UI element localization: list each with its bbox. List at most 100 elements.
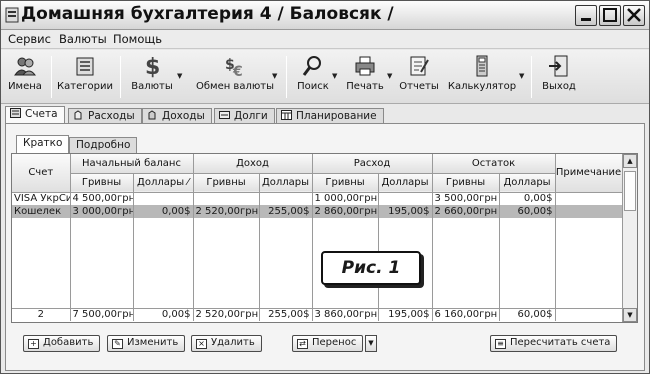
planning-icon	[281, 110, 292, 120]
cell: 255,00$	[259, 205, 313, 218]
tab-detailed[interactable]: Подробно	[69, 137, 138, 153]
print-button[interactable]: Печать	[345, 54, 385, 100]
cell: 0,00$	[133, 205, 194, 218]
cell-account: Кошелек	[12, 205, 71, 218]
maximize-icon	[603, 8, 617, 22]
header-balance-uah[interactable]: Гривны	[432, 173, 500, 193]
toolbar-separator	[286, 56, 287, 98]
cell: 255,00$	[259, 307, 313, 321]
minimize-icon	[581, 18, 591, 21]
tab-income-label: Доходы	[162, 110, 205, 122]
cell: 2 520,00грн	[193, 205, 260, 218]
edit-button[interactable]: ✎ Изменить	[107, 335, 186, 352]
exit-door-icon	[549, 55, 568, 77]
cell	[259, 192, 313, 205]
tab-debts[interactable]: Долги	[214, 108, 275, 124]
cell: 3 500,00грн	[432, 192, 500, 205]
menu-help[interactable]: Помощь	[113, 32, 162, 46]
cell: 60,00$	[499, 205, 556, 218]
title-bar: Домашняя бухгалтерия 4 / Баловсяк /	[1, 1, 649, 30]
tab-planning[interactable]: Планирование	[276, 108, 384, 124]
close-icon	[627, 8, 641, 22]
exit-button[interactable]: Выход	[541, 54, 577, 100]
header-expense-uah[interactable]: Гривны	[312, 173, 379, 193]
toolbar-separator	[51, 56, 52, 98]
transfer-icon: ⇄	[297, 339, 308, 349]
accounts-panel: Кратко Подробно Счет Начальный баланс До…	[5, 123, 645, 371]
header-balance-usd[interactable]: Доллары	[499, 173, 556, 193]
tab-income[interactable]: Доходы	[142, 108, 212, 124]
cell	[378, 192, 433, 205]
table-row[interactable]: VISA УкрСи 4 500,00грн 1 000,00грн 3 500…	[12, 192, 623, 205]
exchange-button[interactable]: $ € Обмен валюты	[191, 54, 279, 100]
calculator-label: Калькулятор	[447, 81, 517, 92]
scroll-down-arrow-icon[interactable]: ▼	[623, 308, 637, 322]
cell: 195,00$	[378, 205, 433, 218]
transfer-button[interactable]: ⇄ Перенос	[292, 335, 364, 352]
exit-label: Выход	[542, 81, 576, 92]
maximize-button[interactable]	[599, 5, 621, 26]
header-start-balance: Начальный баланс	[70, 154, 194, 174]
tab-planning-label: Планирование	[296, 110, 377, 122]
reports-button[interactable]: Отчеты	[399, 54, 439, 100]
close-button[interactable]	[623, 5, 645, 26]
categories-button[interactable]: Категории	[57, 54, 113, 100]
currencies-label: Валюты	[131, 81, 173, 92]
search-label: Поиск	[297, 81, 329, 92]
income-icon	[148, 110, 156, 120]
add-button[interactable]: + Добавить	[23, 335, 101, 352]
recalculate-accounts-button[interactable]: ≡ Пересчитать счета	[490, 335, 618, 352]
minimize-button[interactable]	[575, 5, 597, 26]
vertical-scrollbar[interactable]: ▲ ▼	[622, 154, 637, 322]
header-note[interactable]: Примечание	[555, 154, 623, 193]
tab-brief[interactable]: Кратко	[16, 135, 70, 154]
cell	[133, 192, 194, 205]
cell	[555, 192, 623, 205]
header-start-uah[interactable]: Гривны	[70, 173, 134, 193]
plus-icon: +	[28, 339, 39, 349]
print-dropdown-arrow[interactable]: ▼	[387, 72, 392, 80]
cell: 0,00$	[499, 192, 556, 205]
header-income-uah[interactable]: Гривны	[193, 173, 260, 193]
search-dropdown-arrow[interactable]: ▼	[332, 72, 337, 80]
scroll-up-arrow-icon[interactable]: ▲	[623, 154, 637, 168]
window-title: Домашняя бухгалтерия 4 / Баловсяк /	[21, 4, 394, 24]
cell: 60,00$	[499, 307, 556, 321]
empty-area	[12, 218, 623, 308]
header-start-usd[interactable]: Доллары ⁄	[133, 173, 194, 193]
tab-expenses[interactable]: Расходы	[68, 108, 142, 124]
debts-icon	[219, 111, 230, 119]
currencies-button[interactable]: $ Валюты	[129, 54, 175, 100]
currencies-dropdown-arrow[interactable]: ▼	[177, 72, 182, 80]
printer-icon	[355, 56, 375, 76]
header-income-usd[interactable]: Доллары	[259, 173, 313, 193]
delete-label: Удалить	[211, 337, 255, 348]
delete-button[interactable]: × Удалить	[191, 335, 262, 352]
table-row-selected[interactable]: Кошелек 3 000,00грн 0,00$ 2 520,00грн 25…	[12, 205, 623, 218]
search-button[interactable]: Поиск	[295, 54, 331, 100]
categories-label: Категории	[57, 81, 113, 92]
cell: 2 660,00грн	[432, 205, 500, 218]
tab-expenses-label: Расходы	[88, 110, 135, 122]
scroll-thumb[interactable]	[624, 171, 636, 211]
toolbar-separator	[531, 56, 532, 98]
accounts-icon	[10, 108, 21, 118]
cell: 3 000,00грн	[70, 205, 134, 218]
search-icon	[302, 56, 321, 76]
cell: 1 000,00грн	[312, 192, 379, 205]
dollar-icon: $	[145, 55, 160, 78]
transfer-dropdown-arrow[interactable]: ▼	[365, 335, 377, 352]
menu-service[interactable]: Сервис	[8, 32, 51, 46]
delete-icon: ×	[196, 339, 207, 349]
exchange-dropdown-arrow[interactable]: ▼	[272, 72, 277, 80]
calculator-dropdown-arrow[interactable]: ▼	[519, 72, 524, 80]
names-label: Имена	[8, 81, 42, 92]
names-button[interactable]: Имена	[7, 54, 43, 100]
figure-label: Рис. 1	[321, 251, 421, 285]
categories-icon	[76, 57, 94, 76]
cell: 2 520,00грн	[193, 307, 260, 321]
header-expense-usd[interactable]: Доллары	[378, 173, 433, 193]
calculator-button[interactable]: Калькулятор	[447, 54, 517, 100]
header-account[interactable]: Счет	[12, 154, 71, 193]
menu-currencies[interactable]: Валюты	[59, 32, 107, 46]
